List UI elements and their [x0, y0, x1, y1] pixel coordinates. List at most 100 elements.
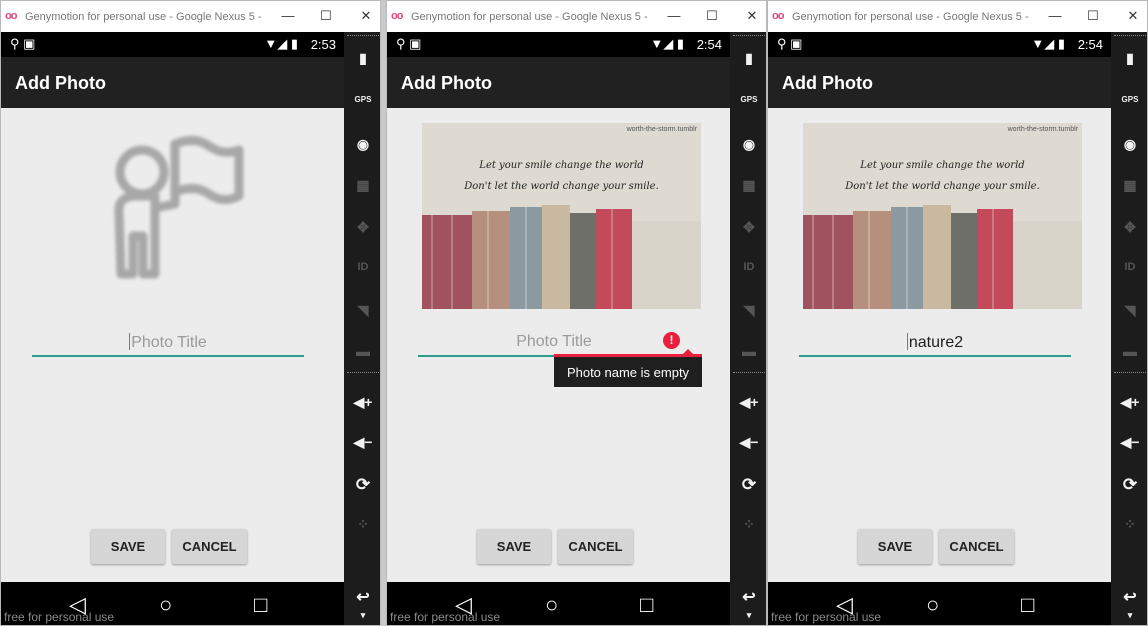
dpad-icon[interactable]: ✥	[344, 219, 380, 236]
volume-down-icon[interactable]: ◀−	[730, 434, 766, 451]
genymotion-logo-icon: oo	[772, 10, 784, 22]
volume-down-icon[interactable]: ◀−	[1111, 434, 1147, 451]
recents-icon[interactable]: □	[1021, 592, 1034, 618]
volume-up-icon[interactable]: ◀+	[730, 394, 766, 411]
menu-icon[interactable]: ▾	[1111, 610, 1147, 621]
save-button[interactable]: SAVE	[858, 529, 932, 564]
save-button[interactable]: SAVE	[477, 529, 551, 564]
rotate-icon[interactable]: ⟳	[730, 475, 766, 495]
scale-icon[interactable]: ⁘	[344, 516, 380, 533]
gps-icon[interactable]: GPS	[730, 95, 766, 104]
menu-icon[interactable]: ▾	[730, 610, 766, 621]
photo-title-input[interactable]: Photo Title	[32, 329, 304, 357]
scale-icon[interactable]: ⁘	[730, 516, 766, 533]
minimize-button[interactable]: —	[667, 8, 681, 23]
webcam-icon[interactable]: ◉	[1111, 136, 1147, 153]
photo-title-input[interactable]: Photo Title !	[418, 329, 690, 357]
window-title: Genymotion for personal use - Google Nex…	[25, 11, 265, 23]
clapper-icon[interactable]: ▦	[344, 177, 380, 194]
battery-icon[interactable]: ▮	[730, 50, 766, 67]
recents-icon[interactable]: □	[254, 592, 267, 618]
status-time: 2:53	[310, 37, 336, 52]
status-time: 2:54	[1077, 37, 1103, 52]
clapper-icon[interactable]: ▦	[730, 177, 766, 194]
placeholder-text: Photo Title	[131, 334, 207, 351]
selected-photo[interactable]: worth-the-storm.tumblr Let your smile ch…	[422, 123, 701, 309]
save-button[interactable]: SAVE	[91, 529, 165, 564]
clapper-icon[interactable]: ▦	[1111, 177, 1147, 194]
status-bar: ⚲ ▣ ▼◢ ▮ 2:54	[387, 32, 730, 57]
sms-icon[interactable]: ▬	[344, 343, 380, 359]
rss-icon[interactable]: ◥	[1111, 302, 1147, 319]
dpad-icon[interactable]: ✥	[730, 219, 766, 236]
photo-title-value: nature2	[908, 334, 964, 351]
photo-placeholder-icon[interactable]	[97, 124, 247, 284]
photo-title-placeholder: Photo Title	[32, 333, 304, 352]
photo-title-input[interactable]: nature2	[799, 329, 1071, 357]
cancel-button[interactable]: CANCEL	[172, 529, 247, 564]
emulator-window-1: oo Genymotion for personal use - Google …	[0, 0, 381, 626]
minimize-button[interactable]: —	[1048, 8, 1062, 23]
photo-quote-line-2: Don't let the world change your smile.	[845, 181, 1040, 192]
rss-icon[interactable]: ◥	[730, 302, 766, 319]
volume-down-icon[interactable]: ◀−	[344, 434, 380, 451]
toolbar-divider	[347, 35, 379, 36]
photo-watermark: worth-the-storm.tumblr	[1007, 126, 1078, 133]
navigation-bar: ◁ ○ □ free for personal use	[1, 582, 344, 625]
maximize-button[interactable]: ☐	[705, 8, 719, 24]
rotate-icon[interactable]: ⟳	[1111, 475, 1147, 495]
sms-icon[interactable]: ▬	[730, 343, 766, 359]
error-icon[interactable]: !	[663, 332, 680, 349]
emulator-window-3: oo Genymotion for personal use - Google …	[767, 0, 1148, 626]
signal-battery-icon: ▼◢ ▮	[650, 36, 684, 51]
home-icon[interactable]: ○	[926, 592, 939, 618]
back-icon[interactable]: ↩	[1111, 587, 1147, 607]
volume-up-icon[interactable]: ◀+	[344, 394, 380, 411]
status-notification-icons: ⚲ ▣	[777, 36, 803, 51]
status-notification-icons: ⚲ ▣	[396, 36, 422, 51]
close-button[interactable]: ✕	[745, 8, 759, 24]
webcam-icon[interactable]: ◉	[730, 136, 766, 153]
id-icon[interactable]: ID	[344, 261, 380, 273]
volume-up-icon[interactable]: ◀+	[1111, 394, 1147, 411]
id-icon[interactable]: ID	[730, 261, 766, 273]
close-button[interactable]: ✕	[359, 8, 373, 24]
photo-title-value-wrap: nature2	[799, 333, 1071, 352]
battery-icon[interactable]: ▮	[1111, 50, 1147, 67]
status-bar: ⚲ ▣ ▼◢ ▮ 2:54	[768, 32, 1111, 57]
back-icon[interactable]: ↩	[344, 587, 380, 607]
battery-icon[interactable]: ▮	[344, 50, 380, 67]
rotate-icon[interactable]: ⟳	[344, 475, 380, 495]
signal-battery-icon: ▼◢ ▮	[1031, 36, 1065, 51]
text-caret	[906, 333, 908, 350]
photo-watermark: worth-the-storm.tumblr	[626, 126, 697, 133]
recents-icon[interactable]: □	[640, 592, 653, 618]
id-icon[interactable]: ID	[1111, 261, 1147, 273]
webcam-icon[interactable]: ◉	[344, 136, 380, 153]
scale-icon[interactable]: ⁘	[1111, 516, 1147, 533]
menu-icon[interactable]: ▾	[344, 610, 380, 621]
minimize-button[interactable]: —	[281, 8, 295, 23]
cancel-button[interactable]: CANCEL	[558, 529, 633, 564]
close-button[interactable]: ✕	[1126, 8, 1140, 24]
genymotion-toolbar: ▮ GPS ◉ ▦ ✥ ID ◥ ▬ ◀+ ◀− ⟳ ⁘ ↩ ▾	[344, 32, 380, 625]
genymotion-logo-icon: oo	[391, 10, 403, 22]
dpad-icon[interactable]: ✥	[1111, 219, 1147, 236]
cancel-button[interactable]: CANCEL	[939, 529, 1014, 564]
title-bar[interactable]: oo Genymotion for personal use - Google …	[387, 1, 766, 32]
rss-icon[interactable]: ◥	[344, 302, 380, 319]
photo-quote-line-2: Don't let the world change your smile.	[464, 181, 659, 192]
home-icon[interactable]: ○	[159, 592, 172, 618]
back-icon[interactable]: ↩	[730, 587, 766, 607]
sms-icon[interactable]: ▬	[1111, 343, 1147, 359]
app-title: Add Photo	[782, 73, 873, 93]
title-bar[interactable]: oo Genymotion for personal use - Google …	[1, 1, 380, 32]
phone-screen: ⚲ ▣ ▼◢ ▮ 2:54 Add Photo worth-the-storm.…	[768, 32, 1111, 625]
selected-photo[interactable]: worth-the-storm.tumblr Let your smile ch…	[803, 123, 1082, 309]
maximize-button[interactable]: ☐	[1086, 8, 1100, 24]
home-icon[interactable]: ○	[545, 592, 558, 618]
maximize-button[interactable]: ☐	[319, 8, 333, 24]
title-bar[interactable]: oo Genymotion for personal use - Google …	[768, 1, 1147, 32]
gps-icon[interactable]: GPS	[344, 95, 380, 104]
gps-icon[interactable]: GPS	[1111, 95, 1147, 104]
